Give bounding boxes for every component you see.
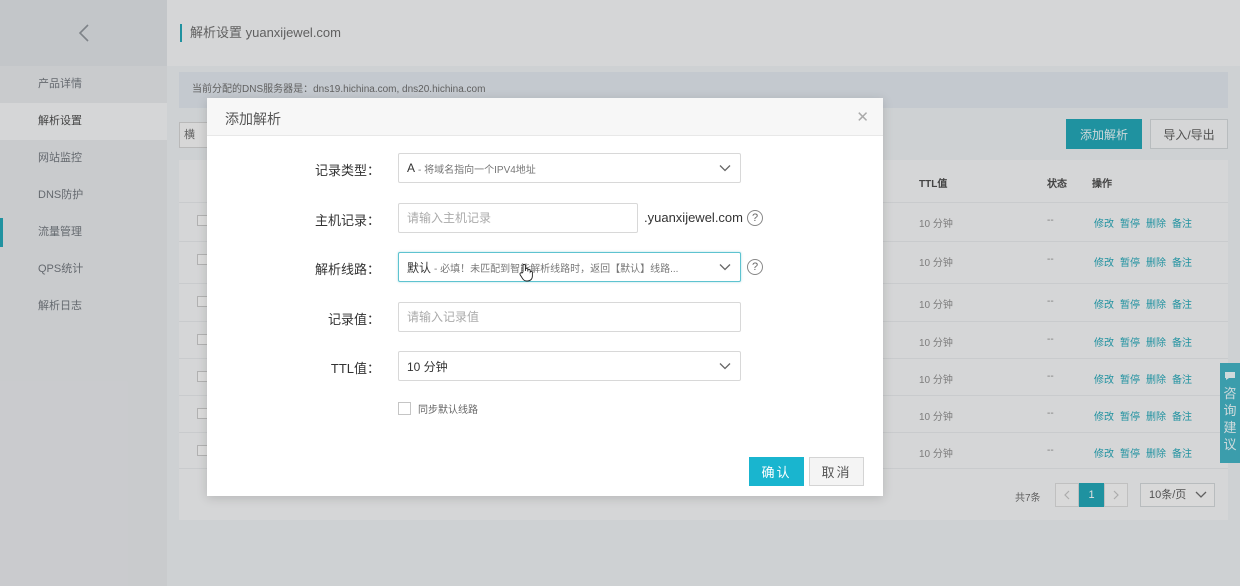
chevron-down-icon (719, 363, 731, 370)
record-type-value: A (407, 161, 416, 175)
dialog-header: 添加解析 ✕ (207, 98, 883, 136)
sync-default-line-label: 同步默认线路 (418, 405, 478, 416)
record-type-select[interactable]: A - 将域名指向一个IPV4地址 (398, 153, 741, 183)
record-value-input[interactable] (407, 310, 740, 324)
host-record-label: 主机记录： (314, 213, 380, 228)
resolve-line-value: 默认 (407, 260, 432, 275)
ttl-select[interactable]: 10 分钟 (398, 351, 741, 381)
dialog-title: 添加解析 (225, 111, 281, 127)
record-value-label: 记录值： (327, 312, 380, 327)
add-record-dialog: 添加解析 ✕ 记录类型： A - 将域名指向一个IPV4地址 主机记录： .yu… (207, 98, 883, 496)
help-icon[interactable]: ? (747, 210, 763, 226)
resolve-line-label: 解析线路： (314, 262, 380, 277)
help-icon[interactable]: ? (747, 259, 763, 275)
ttl-row: TTL值： 10 分钟 (207, 351, 883, 381)
host-record-field[interactable] (398, 203, 638, 233)
host-record-row: 主机记录： .yuanxijewel.com ? (207, 203, 883, 233)
confirm-button[interactable]: 确认 (749, 457, 804, 486)
host-record-input[interactable] (407, 211, 637, 225)
resolve-line-row: 解析线路： 默认 - 必填！未匹配到智能解析线路时，返回【默认】线路... ? (207, 252, 883, 282)
resolve-line-select[interactable]: 默认 - 必填！未匹配到智能解析线路时，返回【默认】线路... (398, 252, 741, 282)
hand-cursor-icon (519, 263, 533, 282)
record-type-hint: - 将域名指向一个IPV4地址 (418, 164, 536, 176)
resolve-line-hint: - 必填！未匹配到智能解析线路时，返回【默认】线路... (434, 263, 679, 275)
domain-suffix: .yuanxijewel.com (644, 210, 743, 225)
ttl-value: 10 分钟 (407, 359, 448, 374)
record-type-label: 记录类型： (314, 163, 380, 178)
chevron-down-icon (719, 165, 731, 172)
ttl-label: TTL值： (330, 361, 380, 376)
record-value-field[interactable] (398, 302, 741, 332)
record-value-row: 记录值： (207, 302, 883, 332)
record-type-row: 记录类型： A - 将域名指向一个IPV4地址 (207, 153, 883, 183)
close-icon[interactable]: ✕ (856, 108, 869, 126)
sync-default-line-checkbox[interactable]: 同步默认线路 (398, 401, 478, 416)
chevron-down-icon (719, 264, 731, 271)
cancel-button[interactable]: 取消 (809, 457, 864, 486)
checkbox-box[interactable] (398, 402, 411, 415)
